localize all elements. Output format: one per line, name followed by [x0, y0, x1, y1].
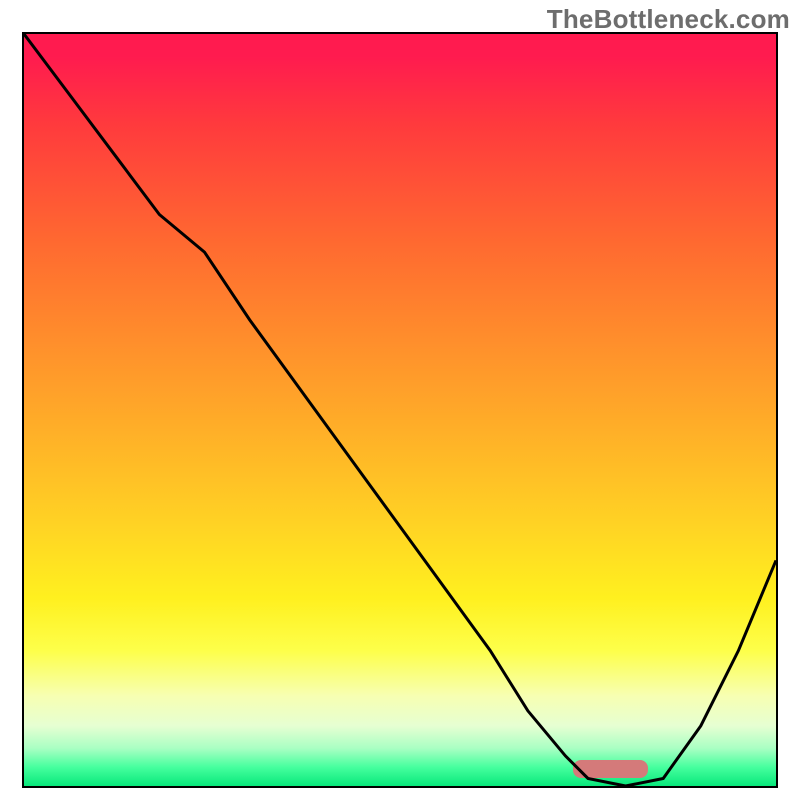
- chart-frame: TheBottleneck.com: [0, 0, 800, 800]
- bottleneck-curve: [24, 34, 776, 786]
- plot-area: [22, 32, 778, 788]
- curve-path: [24, 34, 776, 786]
- watermark-text: TheBottleneck.com: [547, 4, 790, 35]
